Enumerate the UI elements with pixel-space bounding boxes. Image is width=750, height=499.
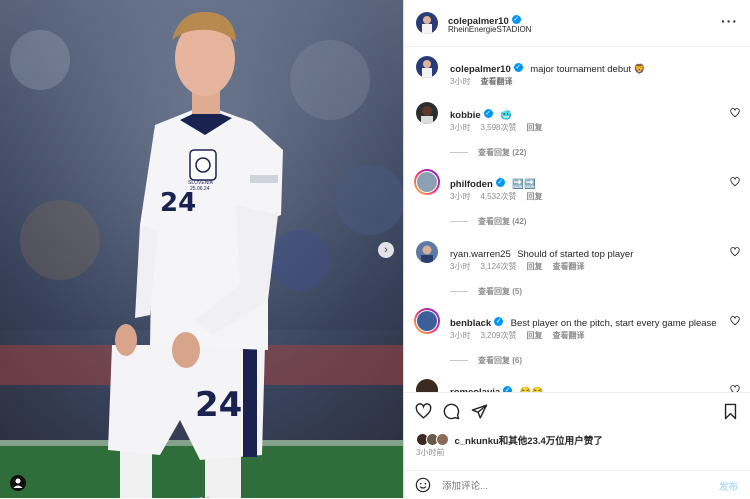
comment-text: Best player on the pitch, start every ga… (510, 318, 717, 329)
heart-icon[interactable] (730, 316, 740, 326)
comment-time: 3小时 (450, 123, 471, 132)
translate-button[interactable]: 查看翻译 (552, 331, 584, 340)
heart-icon[interactable] (730, 177, 740, 187)
bookmark-icon[interactable] (723, 403, 738, 420)
caption-text: major tournament debut 🦁 (530, 64, 646, 75)
translate-button[interactable]: 查看翻译 (552, 262, 584, 271)
heart-icon[interactable] (415, 403, 432, 420)
comment-likes[interactable]: 3,598次赞 (480, 123, 516, 132)
commenter-avatar[interactable] (416, 379, 438, 392)
comment-likes[interactable]: 3,209次赞 (480, 331, 516, 340)
liker-avatars[interactable] (416, 433, 450, 447)
reply-button[interactable]: 回复 (526, 123, 542, 132)
comment-likes[interactable]: 3,124次赞 (480, 262, 516, 271)
add-comment-input[interactable] (440, 477, 684, 495)
verified-icon: ✓ (483, 109, 493, 119)
more-icon[interactable]: ··· (721, 13, 738, 29)
carousel-dots (192, 488, 210, 498)
commenter-avatar[interactable] (416, 241, 438, 263)
caption-username[interactable]: colepalmer10 (450, 64, 511, 75)
heart-icon[interactable] (730, 385, 740, 392)
post-location[interactable]: RheinEnergieSTADION (448, 25, 531, 34)
comment-username[interactable]: kobbie (450, 110, 481, 121)
reply-button[interactable]: 回复 (526, 192, 542, 201)
emoji-icon[interactable] (415, 477, 431, 493)
author-avatar[interactable] (416, 12, 438, 34)
view-replies-button[interactable]: 查看回复 (5) (478, 287, 522, 296)
comment-username[interactable]: philfoden (450, 179, 493, 190)
comment-username[interactable]: benblack (450, 318, 491, 329)
comment-time: 3小时 (450, 192, 471, 201)
comment-time: 3小时 (450, 262, 471, 271)
commenter-avatar[interactable] (416, 102, 438, 124)
comment-item: romeolavia✓ 😂😂 (414, 379, 750, 392)
likes-text[interactable]: c_nkunku和其他23.4万位用户赞了 (454, 436, 602, 447)
verified-icon: ✓ (511, 15, 521, 25)
caption-translate[interactable]: 查看翻译 (480, 77, 512, 86)
reply-button[interactable]: 回复 (526, 331, 542, 340)
commenter-avatar[interactable] (414, 169, 440, 195)
verified-icon: ✓ (513, 63, 523, 73)
view-replies-button[interactable]: 查看回复 (22) (478, 148, 526, 157)
heart-icon[interactable] (730, 108, 740, 118)
verified-icon: ✓ (495, 178, 505, 188)
post-header: colepalmer10 ✓ RheinEnergieSTADION ··· (404, 0, 750, 47)
view-replies-button[interactable]: 查看回复 (42) (478, 217, 526, 226)
next-arrow-icon[interactable]: › (378, 242, 394, 258)
comment-text: 🔜🔜 (512, 179, 536, 190)
post-panel: colepalmer10 ✓ RheinEnergieSTADION ··· co… (403, 0, 750, 498)
commenter-avatar[interactable] (414, 308, 440, 334)
publish-button[interactable]: 发布 (719, 479, 738, 493)
view-replies-button[interactable]: 查看回复 (6) (478, 356, 522, 365)
shirt-number-chest: 24 (160, 188, 197, 218)
verified-icon: ✓ (494, 317, 504, 327)
post-time: 3小时前 (416, 448, 445, 457)
actions-bar: c_nkunku和其他23.4万位用户赞了 3小时前 发布 (404, 392, 750, 499)
reply-button[interactable]: 回复 (526, 262, 542, 271)
share-icon[interactable] (471, 403, 488, 420)
comment-likes[interactable]: 4,532次赞 (480, 192, 516, 201)
comment-text: 🥶 (500, 110, 512, 121)
comment-text: Should of started top player (517, 249, 634, 260)
shirt-number-shorts: 24 (195, 385, 243, 425)
comment-time: 3小时 (450, 331, 471, 340)
caption-avatar[interactable] (416, 56, 438, 78)
heart-icon[interactable] (730, 247, 740, 257)
comment-icon[interactable] (443, 403, 460, 420)
comment-username[interactable]: ryan.warren25 (450, 249, 511, 260)
add-comment-bar: 发布 (404, 470, 750, 499)
match-patch-line2: 25.06.24 (190, 186, 210, 192)
caption-time: 3小时 (450, 77, 471, 86)
post-image: 24 24 SLOVENIA 25.06.24 › (0, 0, 403, 498)
profile-icon[interactable] (10, 475, 26, 491)
